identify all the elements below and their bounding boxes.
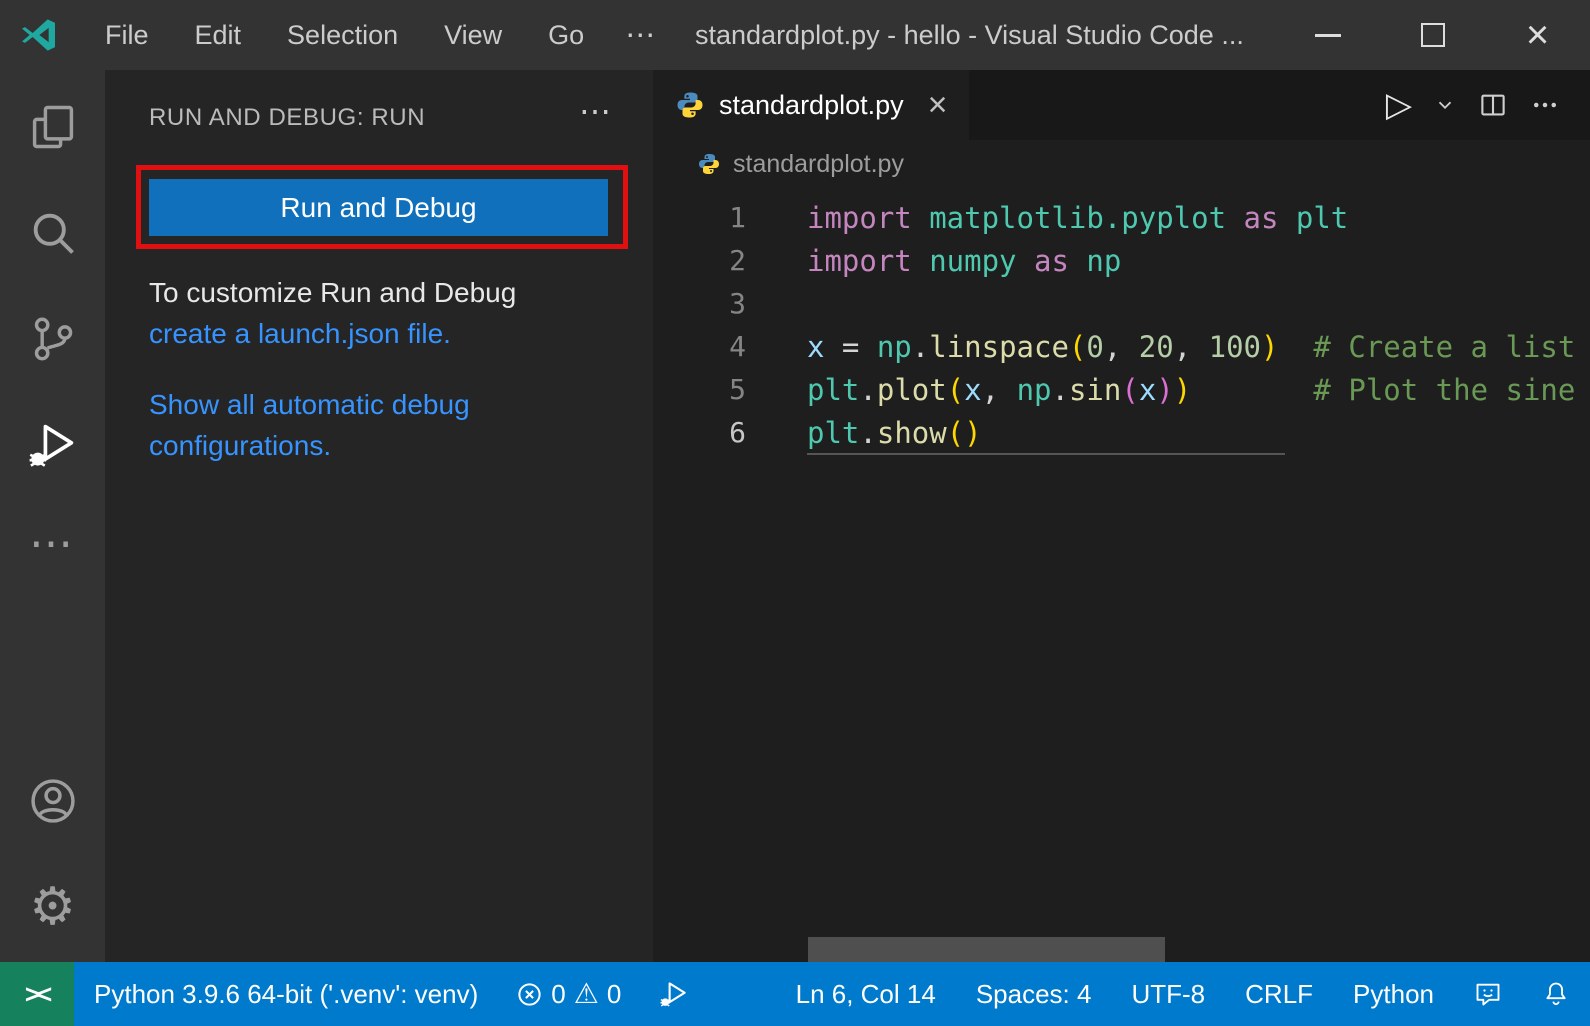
run-debug-sidebar: RUN AND DEBUG: RUN ⋯ Run and Debug To cu… [105, 70, 653, 962]
python-file-icon [675, 90, 705, 120]
settings-gear-icon[interactable]: ⚙ [0, 854, 105, 960]
menu-edit[interactable]: Edit [172, 0, 265, 70]
run-python-file-icon[interactable]: ▷ [1378, 88, 1420, 122]
code-lines: 1 import matplotlib.pyplot as plt 2 import … [653, 196, 1590, 454]
menu-selection[interactable]: Selection [264, 0, 421, 70]
indentation-label: Spaces: 4 [976, 979, 1092, 1010]
auto-debug-text: Show all automatic debug configurations. [149, 384, 619, 466]
vscode-logo-icon [18, 14, 60, 56]
auto-debug-link[interactable]: Show all automatic debug configurations. [149, 389, 470, 461]
code-editor[interactable]: 1 import matplotlib.pyplot as plt 2 import … [653, 188, 1590, 962]
menu-go[interactable]: Go [525, 0, 607, 70]
line-number: 3 [653, 287, 746, 320]
run-dropdown-chevron-icon[interactable] [1426, 94, 1464, 116]
error-count: 0 [551, 979, 565, 1010]
editor-group: standardplot.py × ▷ [653, 70, 1590, 962]
debug-status-icon[interactable] [639, 962, 709, 1026]
account-icon[interactable] [0, 748, 105, 854]
line-number: 2 [653, 244, 746, 277]
activity-bar: ⋯ ⚙ [0, 70, 105, 962]
tab-label: standardplot.py [719, 90, 904, 121]
status-bar: >< Python 3.9.6 64-bit ('.venv': venv) 0… [0, 962, 1590, 1026]
tab-close-icon[interactable]: × [928, 88, 948, 122]
more-actions-icon[interactable]: ⋯ [0, 498, 105, 604]
editor-more-actions-icon[interactable] [1522, 90, 1568, 120]
line-content: plt.show() [807, 416, 982, 450]
activity-bar-bottom: ⚙ [0, 748, 105, 960]
status-bar-right: Ln 6, Col 14 Spaces: 4 UTF-8 CRLF Python [776, 962, 1590, 1026]
split-editor-icon[interactable] [1470, 90, 1516, 120]
language-mode[interactable]: Python [1333, 962, 1454, 1026]
line-number: 5 [653, 373, 746, 406]
minimize-button[interactable] [1275, 0, 1380, 70]
indentation[interactable]: Spaces: 4 [956, 962, 1112, 1026]
menu-more[interactable]: ⋯ [607, 0, 675, 70]
tab-standardplot[interactable]: standardplot.py × [653, 70, 969, 140]
menubar: FileEditSelectionViewGo [82, 0, 607, 70]
encoding[interactable]: UTF-8 [1111, 962, 1225, 1026]
eol-label: CRLF [1245, 979, 1313, 1010]
warning-icon: ⚠ [574, 980, 599, 1008]
cursor-position[interactable]: Ln 6, Col 14 [776, 962, 956, 1026]
tab-bar: standardplot.py × ▷ [653, 70, 1590, 140]
line-content: import numpy as np [807, 244, 1121, 278]
python-interpreter-label: Python 3.9.6 64-bit ('.venv': venv) [94, 979, 478, 1010]
code-line-1[interactable]: 1 import matplotlib.pyplot as plt [653, 196, 1590, 239]
python-file-icon [697, 152, 721, 176]
code-line-3[interactable]: 3 [653, 282, 1590, 325]
line-number: 6 [653, 416, 746, 449]
maximize-button[interactable] [1380, 0, 1485, 70]
breadcrumb[interactable]: standardplot.py [653, 140, 1590, 188]
eol-sequence[interactable]: CRLF [1225, 962, 1333, 1026]
launch-json-link[interactable]: create a launch.json file. [149, 318, 451, 349]
line-content: import matplotlib.pyplot as plt [807, 201, 1348, 235]
line-content: plt.plot(x, np.sin(x)) # Plot the sine [807, 373, 1575, 407]
line-number: 4 [653, 330, 746, 363]
window-controls: × [1275, 0, 1590, 70]
warning-count: 0 [607, 979, 621, 1010]
titlebar: FileEditSelectionViewGo ⋯ standardplot.p… [0, 0, 1590, 70]
explorer-icon[interactable] [0, 74, 105, 180]
code-line-5[interactable]: 5 plt.plot(x, np.sin(x)) # Plot the sine [653, 368, 1590, 411]
highlight-annotation [136, 165, 628, 249]
search-icon[interactable] [0, 180, 105, 286]
code-line-4[interactable]: 4 x = np.linspace(0, 20, 100) # Create a … [653, 325, 1590, 368]
remote-indicator[interactable]: >< [0, 962, 74, 1026]
editor-actions: ▷ [1378, 70, 1590, 140]
window-title: standardplot.py - hello - Visual Studio … [695, 0, 1244, 70]
main-area: ⋯ ⚙ RUN AND DEBUG: RUN ⋯ Run and Debug T… [0, 70, 1590, 962]
maximize-icon [1421, 23, 1445, 47]
run-and-debug-icon[interactable] [0, 392, 105, 498]
encoding-label: UTF-8 [1131, 979, 1205, 1010]
sidebar-more-actions-icon[interactable]: ⋯ [579, 92, 613, 130]
python-interpreter[interactable]: Python 3.9.6 64-bit ('.venv': venv) [74, 962, 498, 1026]
error-icon [516, 981, 543, 1008]
menu-file[interactable]: File [82, 0, 172, 70]
cursor-position-label: Ln 6, Col 14 [796, 979, 936, 1010]
close-button[interactable]: × [1485, 0, 1590, 70]
vscode-window: FileEditSelectionViewGo ⋯ standardplot.p… [0, 0, 1590, 1026]
line-number: 1 [653, 201, 746, 234]
minimize-icon [1315, 34, 1341, 37]
line-content: x = np.linspace(0, 20, 100) # Create a l… [807, 330, 1575, 364]
language-label: Python [1353, 979, 1434, 1010]
customize-text: To customize Run and Debug create a laun… [149, 272, 629, 354]
problems-indicator[interactable]: 0 ⚠ 0 [498, 962, 639, 1026]
feedback-smiley-icon[interactable] [1454, 962, 1522, 1026]
code-line-6[interactable]: 6 plt.show() [653, 411, 1590, 454]
customize-text-line: To customize Run and Debug [149, 277, 516, 308]
code-line-2[interactable]: 2 import numpy as np [653, 239, 1590, 282]
source-control-icon[interactable] [0, 286, 105, 392]
breadcrumb-file[interactable]: standardplot.py [733, 150, 904, 179]
notifications-bell-icon[interactable] [1522, 962, 1590, 1026]
horizontal-scrollbar[interactable] [808, 937, 1165, 962]
menu-view[interactable]: View [421, 0, 525, 70]
sidebar-title: RUN AND DEBUG: RUN [105, 70, 653, 132]
